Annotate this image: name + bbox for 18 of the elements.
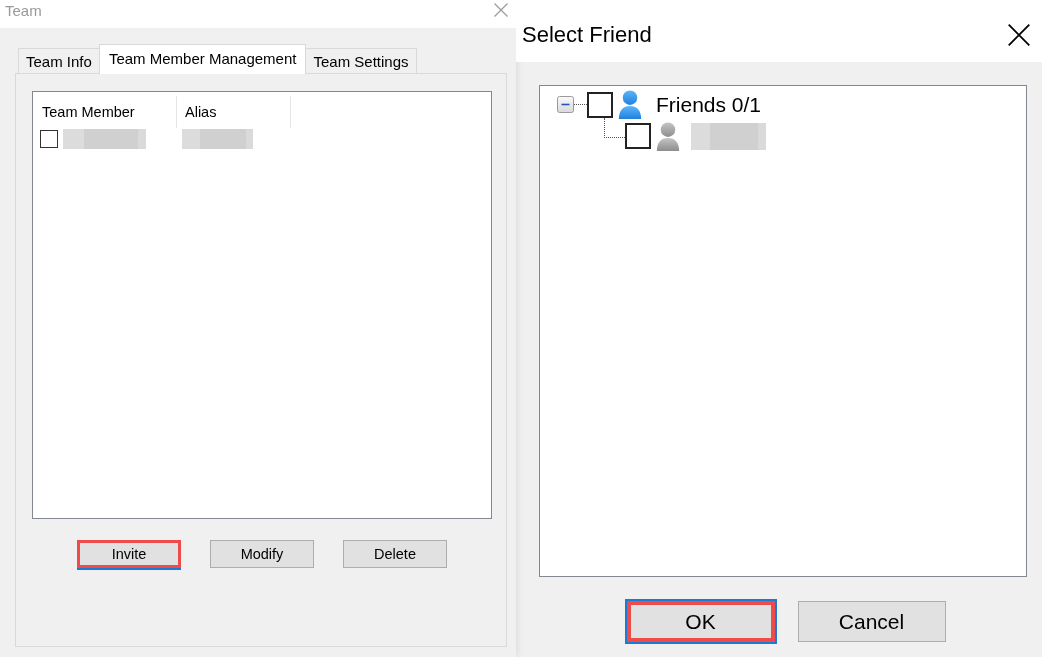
dialog-button[interactable]: Invite (77, 540, 181, 568)
dialog-button[interactable]: Modify (210, 540, 314, 568)
collapse-icon[interactable] (557, 96, 574, 113)
window-title: Select Friend (522, 22, 652, 48)
column-header[interactable]: Team Member (33, 96, 177, 128)
tab[interactable]: Team Info (18, 48, 100, 73)
dialog-button[interactable]: OK (626, 601, 775, 642)
dialog-button[interactable]: Cancel (797, 601, 946, 642)
tab[interactable]: Team Settings (305, 48, 417, 73)
checkbox[interactable] (625, 123, 651, 149)
window-title: Team (5, 2, 42, 19)
checkbox[interactable] (587, 91, 613, 118)
tree-label[interactable]: Friends 0/1 (656, 92, 762, 117)
tab[interactable]: Team Member Management (98, 44, 307, 74)
close-icon[interactable] (1008, 24, 1030, 46)
dialog-button[interactable]: Delete (343, 540, 447, 568)
checkbox[interactable] (40, 130, 58, 148)
column-header[interactable]: Alias (177, 96, 291, 128)
